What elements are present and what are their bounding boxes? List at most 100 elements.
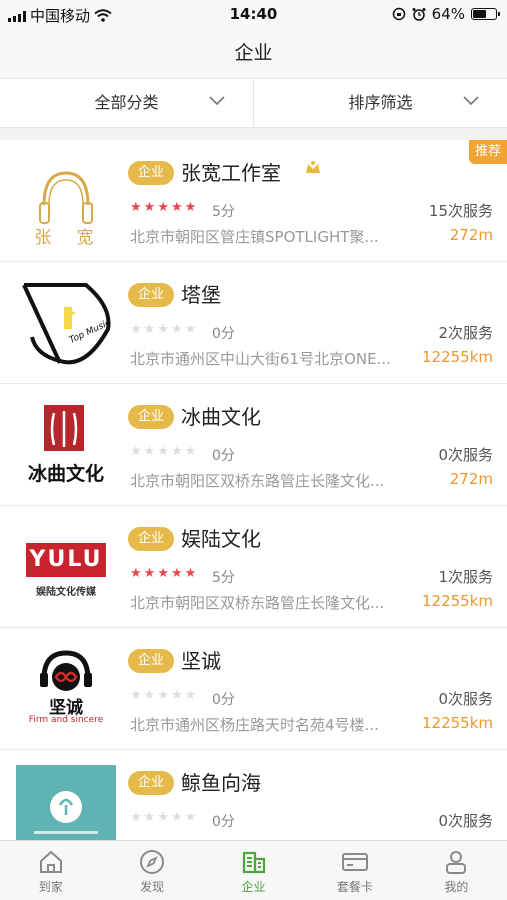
logo-caption: 冰曲文化 [27,463,104,485]
star-icon: ★ [130,444,144,459]
company-distance: 12255km [421,348,493,366]
tab-discover[interactable]: 发现 [101,841,202,900]
company-name: 鲸鱼向海 [181,771,261,795]
rating-stars: ★★★★★ [130,688,198,703]
home-icon [39,850,62,873]
company-address: 北京市通州区杨庄路天时名苑4号楼... [130,716,379,734]
star-icon: ★ [130,200,144,215]
crown-icon [306,161,320,173]
page-title: 企业 [234,42,273,64]
tab-mine[interactable]: 我的 [406,841,507,900]
star-icon: ★ [157,322,171,337]
star-icon: ★ [170,322,185,337]
tab-package-card[interactable]: 套餐卡 [304,841,405,900]
star-icon: ★ [143,200,158,215]
enterprise-tag: 企业 [128,161,174,185]
rating-score: 0分 [212,692,235,708]
logo-caption: YULU [26,543,106,577]
star-icon: ★ [157,444,171,459]
tab-label: 到家 [38,880,63,894]
enterprise-tag: 企业 [128,283,174,307]
star-icon: ★ [184,566,199,581]
category-filter[interactable]: 全部分类 [0,79,253,127]
company-row[interactable]: Top Music 企业 塔堡 ★★★★★ 0分 2次服务 北京市通州区中山大街… [0,262,507,384]
logo-subcaption: 娱陆文化传媒 [36,587,96,598]
star-icon: ★ [143,566,158,581]
service-count: 2次服务 [438,324,493,342]
star-icon: ★ [184,688,199,703]
battery-percent: 64% [431,5,465,23]
star-icon: ★ [143,322,158,337]
tab-home[interactable]: 到家 [0,841,101,900]
service-count: 0次服务 [438,812,493,830]
rating-score: 0分 [212,326,235,342]
star-icon: ★ [130,566,144,581]
building-icon [242,851,265,874]
company-logo: 坚诚 Firm and sincere [16,643,116,735]
star-icon: ★ [143,810,158,825]
rating-score: 0分 [212,814,235,830]
star-icon: ★ [130,688,144,703]
star-icon: ★ [130,322,144,337]
company-address: 北京市通州区中山大街61号北京ONE... [130,350,391,368]
company-name: 坚诚 [181,649,221,673]
tab-enterprise[interactable]: 企业 [203,841,304,900]
company-address: 北京市朝阳区双桥东路管庄长隆文化... [130,594,385,612]
company-distance: 12255km [421,714,493,732]
star-icon: ★ [157,688,171,703]
lock-rotation-icon [392,7,405,21]
enterprise-tag: 企业 [128,771,174,795]
company-row[interactable]: 张 宽 企业 张宽工作室 ★★★★★ 5分 15次服务 北京市朝阳区管庄镇SPO… [0,140,507,262]
company-row[interactable]: 冰曲文化 企业 冰曲文化 ★★★★★ 0分 0次服务 北京市朝阳区双桥东路管庄长… [0,384,507,506]
nav-bar: 企业 [0,28,507,78]
star-icon: ★ [157,200,171,215]
star-icon: ★ [184,810,199,825]
company-distance: 12255km [421,592,493,610]
tab-label: 发现 [140,880,165,894]
company-logo: Top Music [16,277,116,369]
sort-filter-label: 排序筛选 [348,93,413,112]
rating-stars: ★★★★★ [130,444,198,459]
company-name: 塔堡 [181,283,221,307]
alarm-icon [412,8,426,21]
person-icon [446,851,467,874]
rating-stars: ★★★★★ [130,810,198,825]
chevron-down-icon [463,96,479,106]
company-logo [16,765,116,840]
company-distance: 272m [449,470,493,488]
sort-filter[interactable]: 排序筛选 [253,79,507,127]
company-row[interactable]: YULU 娱陆文化传媒 企业 娱陆文化 ★★★★★ 5分 1次服务 北京市朝阳区… [0,506,507,628]
battery-icon [471,8,500,20]
status-bar: 中国移动 14:40 64% [0,0,507,28]
service-count: 0次服务 [438,446,493,464]
service-count: 15次服务 [428,202,493,220]
card-icon [341,853,368,871]
tab-label: 套餐卡 [336,880,373,894]
company-address: 北京市朝阳区管庄镇SPOTLIGHT聚... [130,228,379,246]
star-icon: ★ [170,566,185,581]
rating-score: 5分 [212,570,235,586]
star-icon: ★ [184,322,199,337]
enterprise-tag: 企业 [128,527,174,551]
tab-label: 我的 [444,880,469,894]
company-list: 张 宽 企业 张宽工作室 ★★★★★ 5分 15次服务 北京市朝阳区管庄镇SPO… [0,140,507,840]
company-name: 张宽工作室 [181,161,281,185]
company-address: 北京市朝阳区双桥东路管庄长隆文化... [130,472,385,490]
rating-score: 0分 [212,448,235,464]
star-icon: ★ [157,566,171,581]
star-icon: ★ [143,444,158,459]
logo-caption: 张 宽 [34,228,98,248]
logo-subcaption: Firm and sincere [28,715,104,725]
service-count: 1次服务 [438,568,493,586]
star-icon: ★ [157,810,171,825]
star-icon: ★ [170,200,185,215]
star-icon: ★ [143,688,158,703]
company-row[interactable]: 坚诚 Firm and sincere 企业 坚诚 ★★★★★ 0分 0次服务 … [0,628,507,750]
company-logo: YULU 娱陆文化传媒 [16,521,116,613]
recommend-badge: 推荐 [469,140,507,164]
company-logo: 冰曲文化 [16,399,116,491]
company-row[interactable]: 企业 鲸鱼向海 ★★★★★ 0分 0次服务 [0,750,507,840]
company-logo: 张 宽 [16,155,116,248]
rating-stars: ★★★★★ [130,322,198,337]
enterprise-tag: 企业 [128,405,174,429]
